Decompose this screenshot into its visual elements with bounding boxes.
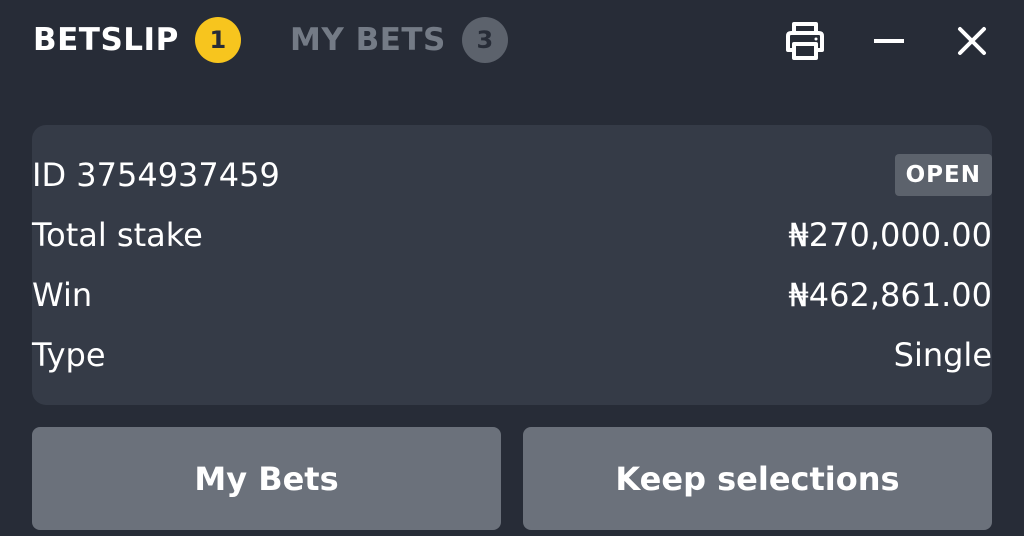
betslip-header: BETSLIP 1 MY BETS 3 (0, 0, 1024, 80)
win-label: Win (32, 276, 93, 314)
bet-id-row: ID 3754937459 OPEN (32, 153, 992, 197)
my-bets-button[interactable]: My Bets (32, 427, 501, 530)
tab-betslip-label: BETSLIP (33, 22, 179, 58)
total-stake-value: ₦270,000.00 (788, 216, 992, 254)
bet-id: ID 3754937459 (32, 156, 280, 194)
close-icon (958, 27, 986, 55)
print-icon (786, 22, 824, 60)
close-button[interactable] (949, 18, 995, 64)
print-button[interactable] (782, 18, 828, 64)
win-row: Win ₦462,861.00 (32, 273, 992, 317)
my-bets-count-badge: 3 (461, 17, 508, 63)
keep-selections-button[interactable]: Keep selections (523, 427, 992, 530)
tab-my-bets[interactable]: MY BETS 3 (290, 17, 508, 63)
tab-betslip[interactable]: BETSLIP 1 (33, 17, 241, 63)
betslip-count-badge: 1 (194, 17, 241, 63)
total-stake-row: Total stake ₦270,000.00 (32, 213, 992, 257)
type-value: Single (893, 336, 992, 374)
type-label: Type (32, 336, 106, 374)
type-row: Type Single (32, 333, 992, 377)
tab-my-bets-label: MY BETS (290, 22, 446, 58)
status-badge: OPEN (894, 154, 992, 196)
total-stake-label: Total stake (32, 216, 203, 254)
win-value: ₦462,861.00 (788, 276, 992, 314)
minimize-icon (874, 39, 904, 43)
minimize-button[interactable] (866, 18, 912, 64)
